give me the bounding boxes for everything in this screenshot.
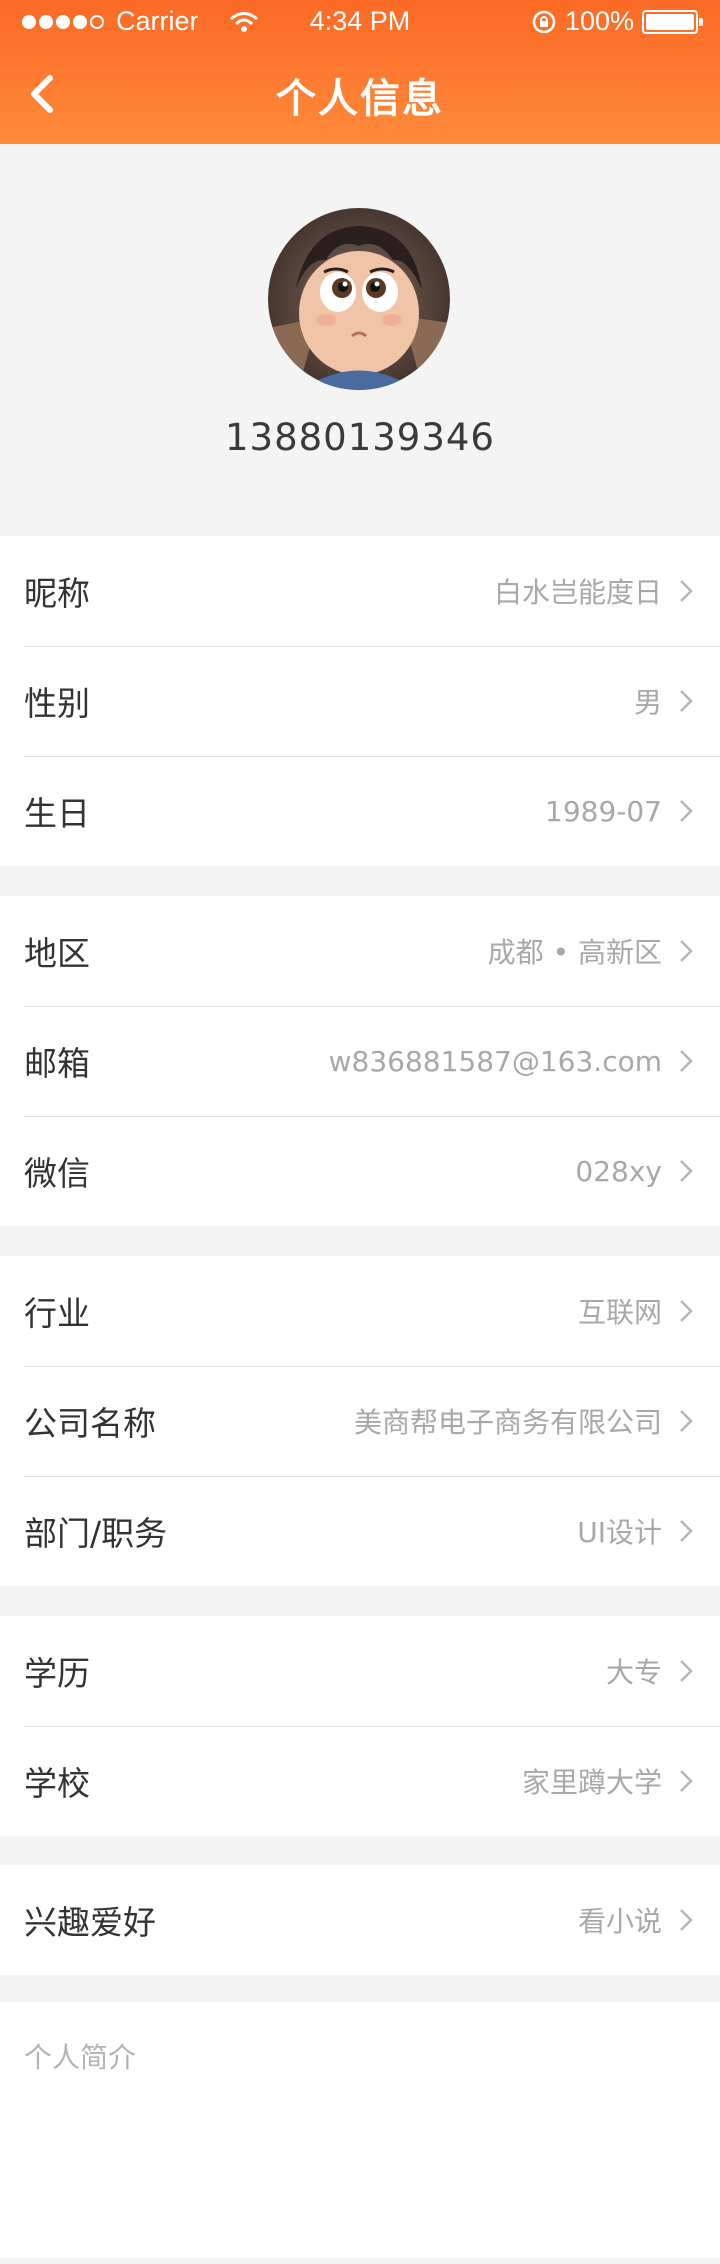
group-work-info: 行业 互联网 公司名称 美商帮电子商务有限公司 部门/职务 UI设计 <box>0 1256 720 1586</box>
chevron-right-icon <box>680 580 693 602</box>
profile-section: 13880139346 <box>0 144 720 536</box>
row-school[interactable]: 学校 家里蹲大学 <box>0 1726 720 1836</box>
row-value: 1989-07 <box>545 794 662 828</box>
chevron-right-icon <box>680 1160 693 1182</box>
row-label: 微信 <box>24 1154 90 1193</box>
chevron-right-icon <box>680 1660 693 1682</box>
chevron-right-icon <box>680 1770 693 1792</box>
chevron-right-icon <box>680 1909 693 1931</box>
status-bar: Carrier 4:34 PM 100% <box>0 0 720 44</box>
group-contact-info: 地区 成都 • 高新区 邮箱 w836881587@163.com 微信 028… <box>0 896 720 1226</box>
row-value: 成都 • 高新区 <box>487 936 662 969</box>
row-email[interactable]: 邮箱 w836881587@163.com <box>0 1006 720 1116</box>
header: Carrier 4:34 PM 100% 个人信息 <box>0 0 720 144</box>
row-label: 生日 <box>24 794 90 833</box>
group-education-info: 学历 大专 学校 家里蹲大学 <box>0 1616 720 1836</box>
row-nickname[interactable]: 昵称 白水岂能度日 <box>0 536 720 646</box>
row-label: 学校 <box>24 1764 90 1803</box>
avatar[interactable] <box>268 208 450 390</box>
row-industry[interactable]: 行业 互联网 <box>0 1256 720 1366</box>
row-label: 兴趣爱好 <box>24 1903 156 1942</box>
chevron-right-icon <box>680 1410 693 1432</box>
row-value: 028xy <box>575 1154 662 1188</box>
group-basic-info: 昵称 白水岂能度日 性别 男 生日 1989-07 <box>0 536 720 866</box>
row-value: 互联网 <box>577 1296 662 1329</box>
row-value: UI设计 <box>577 1516 662 1549</box>
row-value: 美商帮电子商务有限公司 <box>353 1406 662 1439</box>
row-value: 大专 <box>605 1656 662 1689</box>
chevron-right-icon <box>680 940 693 962</box>
bio-placeholder: 个人简介 <box>24 2041 137 2074</box>
row-label: 邮箱 <box>24 1044 90 1083</box>
battery-fill <box>646 13 694 30</box>
chevron-right-icon <box>680 1300 693 1322</box>
row-label: 性别 <box>24 684 90 723</box>
chevron-right-icon <box>680 690 693 712</box>
navigation-bar: 个人信息 <box>0 44 720 144</box>
row-value: 家里蹲大学 <box>521 1766 662 1799</box>
row-label: 地区 <box>24 934 90 973</box>
row-department-position[interactable]: 部门/职务 UI设计 <box>0 1476 720 1586</box>
chevron-right-icon <box>680 800 693 822</box>
row-hobbies[interactable]: 兴趣爱好 看小说 <box>0 1865 720 1975</box>
chevron-right-icon <box>680 1520 693 1542</box>
rotation-lock-icon <box>532 10 556 33</box>
row-education[interactable]: 学历 大专 <box>0 1616 720 1726</box>
row-wechat[interactable]: 微信 028xy <box>0 1116 720 1226</box>
row-gender[interactable]: 性别 男 <box>0 646 720 756</box>
status-bar-right: 100% <box>531 6 703 37</box>
row-region[interactable]: 地区 成都 • 高新区 <box>0 896 720 1006</box>
row-label: 昵称 <box>24 574 90 613</box>
row-birthday[interactable]: 生日 1989-07 <box>0 756 720 866</box>
page-title: 个人信息 <box>276 76 444 122</box>
row-company-name[interactable]: 公司名称 美商帮电子商务有限公司 <box>0 1366 720 1476</box>
group-hobbies: 兴趣爱好 看小说 <box>0 1865 720 1975</box>
row-value: w836881587@163.com <box>328 1044 662 1078</box>
row-value: 看小说 <box>577 1905 662 1938</box>
row-label: 部门/职务 <box>24 1514 168 1553</box>
battery-icon <box>642 9 703 34</box>
battery-percentage: 100% <box>564 6 634 36</box>
row-label: 公司名称 <box>24 1404 156 1443</box>
row-value: 白水岂能度日 <box>493 576 662 609</box>
phone-number: 13880139346 <box>225 416 495 459</box>
bio-textarea[interactable]: 个人简介 <box>0 2002 720 2258</box>
row-value: 男 <box>633 686 662 719</box>
row-label: 学历 <box>24 1654 90 1693</box>
chevron-right-icon <box>680 1050 693 1072</box>
user-avatar-image <box>268 208 450 390</box>
row-label: 行业 <box>24 1294 90 1333</box>
